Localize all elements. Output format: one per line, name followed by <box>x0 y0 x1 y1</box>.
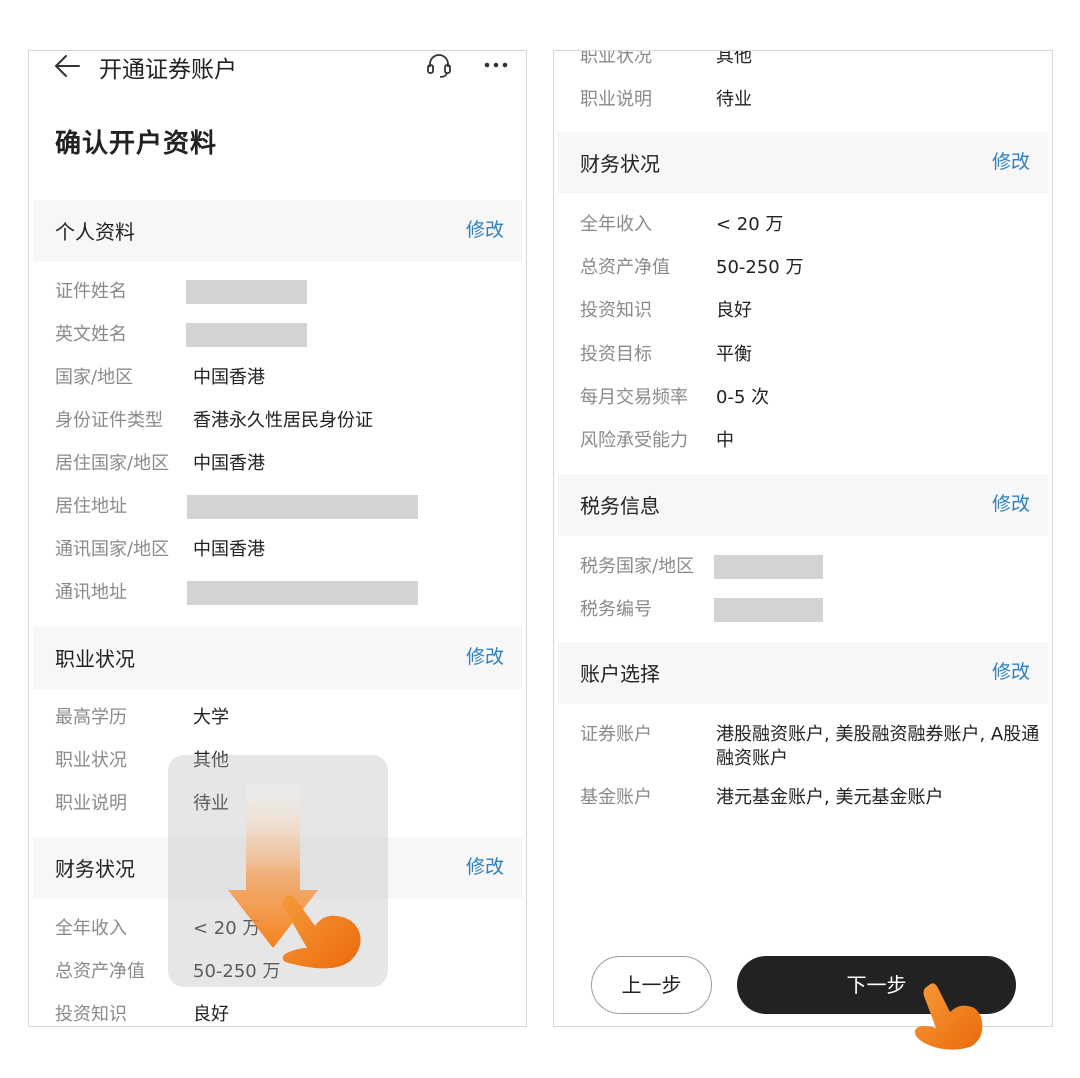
row-value: 中国香港 <box>193 539 265 560</box>
edit-account-link[interactable]: 修改 <box>992 657 1030 684</box>
info-row: 税务编号 <box>580 595 1042 625</box>
edit-finance-link[interactable]: 修改 <box>466 852 504 879</box>
row-label: 基金账户 <box>580 787 652 808</box>
section-occupation: 职业状况 修改 <box>33 627 522 689</box>
info-row: 风险承受能力 中 <box>580 426 1042 456</box>
row-label: 居住地址 <box>55 496 127 517</box>
row-label: 通讯国家/地区 <box>55 539 170 560</box>
row-value: 50-250 万 <box>716 257 804 278</box>
row-value: 中国香港 <box>193 367 265 388</box>
top-bar: 开通证券账户 <box>29 51 526 83</box>
row-value: 其他 <box>716 50 752 67</box>
row-label: 投资知识 <box>55 1004 127 1025</box>
info-row: 全年收入 < 20 万 <box>580 210 1042 240</box>
info-row: 证券账户 港股融资账户, 美股融资融券账户, A股通融资账户 <box>580 720 1042 772</box>
edit-occupation-link[interactable]: 修改 <box>466 642 504 669</box>
row-label: 英文姓名 <box>55 324 127 345</box>
info-row: 居住国家/地区 中国香港 <box>55 449 516 479</box>
row-value: 0-5 次 <box>716 387 770 408</box>
info-row: 职业说明 待业 <box>580 85 1042 115</box>
section-title: 账户选择 <box>580 662 660 686</box>
row-label: 每月交易频率 <box>580 387 688 408</box>
redacted-value <box>187 581 418 605</box>
row-value: 大学 <box>193 707 229 728</box>
row-label: 全年收入 <box>55 918 127 939</box>
section-title: 职业状况 <box>55 647 135 671</box>
row-label: 身份证件类型 <box>55 410 163 431</box>
tap-hand-icon <box>282 895 361 969</box>
section-title: 个人资料 <box>55 220 135 244</box>
tap-hand-icon <box>914 983 983 1050</box>
row-label: 职业说明 <box>580 89 652 110</box>
section-title: 财务状况 <box>580 152 660 176</box>
info-row: 职业状况 其他 <box>580 50 1042 72</box>
section-personal: 个人资料 修改 <box>33 200 522 262</box>
info-row: 身份证件类型 香港永久性居民身份证 <box>55 406 516 436</box>
redacted-value <box>186 323 307 347</box>
info-row: 税务国家/地区 <box>580 552 1042 582</box>
header-title: 开通证券账户 <box>99 57 237 83</box>
row-value: 待业 <box>716 89 752 110</box>
row-value: 良好 <box>193 1004 229 1025</box>
row-label: 职业说明 <box>55 793 127 814</box>
info-row: 通讯国家/地区 中国香港 <box>55 535 516 565</box>
row-label: 通讯地址 <box>55 582 127 603</box>
row-value: 中 <box>716 430 734 451</box>
redacted-value <box>187 495 418 519</box>
row-value: 港股融资账户, 美股融资融券账户, A股通融资账户 <box>716 724 1040 769</box>
info-row: 英文姓名 <box>55 320 516 350</box>
section-finance: 财务状况 修改 <box>558 132 1048 194</box>
info-row: 国家/地区 中国香港 <box>55 363 516 393</box>
section-title: 税务信息 <box>580 494 660 518</box>
row-value: 中国香港 <box>193 453 265 474</box>
row-label: 最高学历 <box>55 707 127 728</box>
edit-tax-link[interactable]: 修改 <box>992 489 1030 516</box>
info-row: 证件姓名 <box>55 277 516 307</box>
info-row: 通讯地址 <box>55 578 516 608</box>
redacted-value <box>186 280 307 304</box>
info-row: 投资目标 平衡 <box>580 340 1042 370</box>
row-label: 全年收入 <box>580 214 652 235</box>
headset-icon[interactable] <box>425 51 453 79</box>
row-label: 投资目标 <box>580 344 652 365</box>
info-row: 基金账户 港元基金账户, 美元基金账户 <box>580 783 1042 813</box>
info-row: 投资知识 良好 <box>580 296 1042 326</box>
row-value: 平衡 <box>716 344 752 365</box>
redacted-value <box>714 555 823 579</box>
page-title: 确认开户资料 <box>55 129 218 159</box>
prev-step-button[interactable]: 上一步 <box>591 956 712 1014</box>
row-value: < 20 万 <box>716 214 784 235</box>
row-label: 税务编号 <box>580 599 652 620</box>
row-value: 港元基金账户, 美元基金账户 <box>716 787 944 808</box>
row-label: 总资产净值 <box>55 961 145 982</box>
more-icon[interactable] <box>481 51 511 79</box>
row-label: 职业状况 <box>55 750 127 771</box>
row-label: 证件姓名 <box>55 281 127 302</box>
section-title: 财务状况 <box>55 857 135 881</box>
row-label: 居住国家/地区 <box>55 453 170 474</box>
row-label: 职业状况 <box>580 50 652 67</box>
info-row: 总资产净值 50-250 万 <box>580 253 1042 283</box>
edit-finance-link[interactable]: 修改 <box>992 147 1030 174</box>
right-screen: 职业状况 其他 职业说明 待业 财务状况 修改 全年收入 < 20 万 总资产净… <box>553 50 1053 1027</box>
edit-personal-link[interactable]: 修改 <box>466 215 504 242</box>
row-label: 风险承受能力 <box>580 430 688 451</box>
section-account: 账户选择 修改 <box>558 642 1048 704</box>
info-row: 居住地址 <box>55 492 516 522</box>
row-value: 香港永久性居民身份证 <box>193 410 373 431</box>
info-row: 投资知识 良好 <box>55 1000 516 1026</box>
info-row: 每月交易频率 0-5 次 <box>580 383 1042 413</box>
section-tax: 税务信息 修改 <box>558 474 1048 536</box>
row-label: 证券账户 <box>580 724 652 745</box>
row-label: 国家/地区 <box>55 367 134 388</box>
row-label: 总资产净值 <box>580 257 670 278</box>
info-row: 最高学历 大学 <box>55 703 516 733</box>
redacted-value <box>714 598 823 622</box>
back-arrow-icon[interactable] <box>53 53 81 79</box>
row-value: 良好 <box>716 300 752 321</box>
row-label: 税务国家/地区 <box>580 556 695 577</box>
row-label: 投资知识 <box>580 300 652 321</box>
